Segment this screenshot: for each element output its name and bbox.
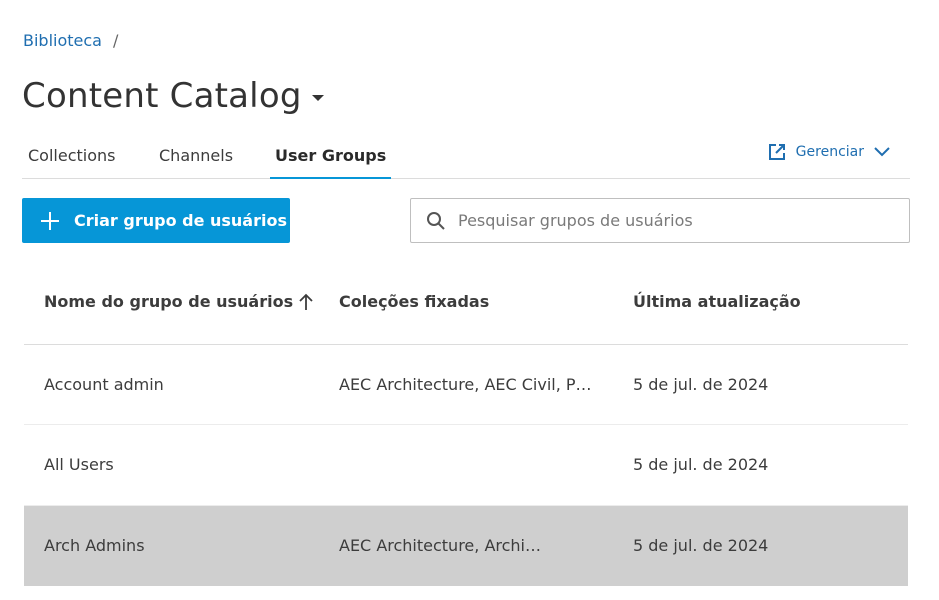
tab-user-groups[interactable]: User Groups: [270, 146, 392, 179]
row-name: Arch Admins: [44, 536, 145, 555]
create-user-group-label: Criar grupo de usuários: [74, 211, 287, 230]
table-row[interactable]: All Users 5 de jul. de 2024: [24, 425, 908, 506]
table-row[interactable]: Account admin AEC Architecture, AEC Civi…: [24, 345, 908, 425]
column-header-collections[interactable]: Coleções fixadas: [339, 292, 489, 311]
create-user-group-button[interactable]: Criar grupo de usuários: [22, 198, 290, 243]
breadcrumb-link-biblioteca[interactable]: Biblioteca: [23, 31, 102, 50]
row-name: Account admin: [44, 375, 164, 394]
caret-down-icon: [311, 95, 324, 101]
row-updated: 5 de jul. de 2024: [633, 375, 769, 394]
plus-icon: [40, 211, 60, 231]
search-box: [410, 198, 910, 243]
row-collections: AEC Architecture, Archi…: [339, 536, 541, 555]
row-updated: 5 de jul. de 2024: [633, 536, 769, 555]
row-updated: 5 de jul. de 2024: [633, 455, 769, 474]
user-groups-table: Nome do grupo de usuários Coleções fixad…: [24, 262, 908, 586]
chevron-down-icon: [874, 147, 890, 157]
column-header-updated[interactable]: Última atualização: [633, 292, 801, 311]
breadcrumb: Biblioteca /: [23, 31, 118, 50]
search-input[interactable]: [456, 210, 880, 231]
column-header-name-label: Nome do grupo de usuários: [44, 292, 294, 311]
row-name: All Users: [44, 455, 114, 474]
page-title: Content Catalog: [22, 76, 302, 116]
tab-channels[interactable]: Channels: [159, 146, 233, 177]
sort-ascending-icon: [299, 293, 313, 311]
search-icon: [426, 211, 446, 231]
manage-button[interactable]: Gerenciar: [768, 143, 890, 161]
tab-bar: Collections Channels User Groups Gerenci…: [22, 140, 910, 179]
column-header-name[interactable]: Nome do grupo de usuários: [44, 292, 313, 311]
page-title-dropdown[interactable]: Content Catalog: [22, 76, 324, 116]
table-row[interactable]: Arch Admins AEC Architecture, Archi… 5 d…: [24, 506, 908, 586]
row-collections: AEC Architecture, AEC Civil, P…: [339, 375, 592, 394]
external-link-icon: [768, 143, 786, 161]
table-header: Nome do grupo de usuários Coleções fixad…: [24, 262, 908, 345]
breadcrumb-separator: /: [112, 31, 119, 50]
tab-collections[interactable]: Collections: [28, 146, 115, 177]
manage-label: Gerenciar: [795, 144, 864, 160]
